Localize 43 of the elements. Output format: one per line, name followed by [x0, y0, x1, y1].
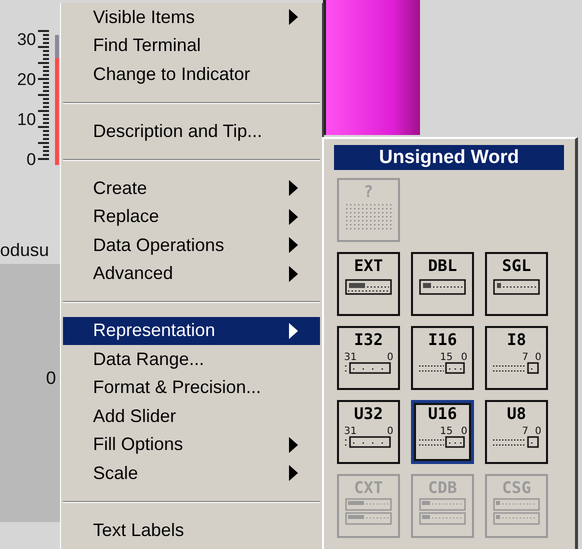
- representation-option[interactable]: U32 31 0: [337, 400, 400, 464]
- complex-format-icon: [418, 498, 468, 528]
- complex-format-icon: [344, 498, 394, 528]
- scale-label: 30: [16, 29, 36, 51]
- menu-item[interactable]: Representation: [63, 316, 320, 345]
- submenu-arrow-icon: [289, 465, 298, 482]
- menu-item[interactable]: Visible Items: [63, 3, 320, 32]
- menu-item[interactable]: Advanced: [63, 260, 320, 288]
- representation-option[interactable]: DBL: [411, 252, 474, 316]
- numeric-value: 0: [46, 368, 56, 389]
- scale-label: 10: [16, 109, 36, 131]
- representation-option[interactable]: U8 7 0: [485, 400, 548, 464]
- menu-item[interactable]: Replace: [63, 202, 320, 231]
- representation-option[interactable]: U16 15 0: [411, 400, 474, 464]
- menu-item[interactable]: Format & Precision...: [63, 374, 320, 402]
- menu-item[interactable]: Fill Options: [63, 430, 320, 459]
- palette-title: Unsigned Word: [334, 145, 564, 170]
- representation-option[interactable]: I16 15 0: [411, 326, 474, 390]
- menu-item[interactable]: Description and Tip...: [63, 117, 320, 146]
- representation-option[interactable]: EXT: [337, 252, 400, 316]
- menu-item[interactable]: Find Terminal: [63, 32, 320, 60]
- menu-item[interactable]: Scale: [63, 459, 320, 488]
- submenu-arrow-icon: [289, 266, 298, 282]
- representation-option[interactable]: SGL: [485, 252, 548, 316]
- submenu-arrow-icon: [289, 436, 298, 453]
- menu-item[interactable]: Data Range...: [63, 345, 320, 374]
- menu-item[interactable]: Change to Indicator: [63, 60, 320, 88]
- representation-option[interactable]: I32 31 0: [337, 326, 400, 390]
- menu-item[interactable]: Data Operations: [63, 231, 320, 260]
- submenu-arrow-icon: [289, 208, 298, 225]
- representation-option[interactable]: I8 7 0: [485, 326, 548, 390]
- scale-label: 20: [16, 69, 36, 91]
- submenu-arrow-icon: [289, 322, 298, 339]
- submenu-arrow-icon: [289, 237, 298, 254]
- menu-item[interactable]: Create: [63, 174, 320, 202]
- complex-format-icon: [492, 498, 542, 528]
- dotted-grid-icon: [344, 202, 392, 232]
- control-label: odusu: [0, 240, 50, 262]
- submenu-arrow-icon: [289, 9, 298, 26]
- menu-item[interactable]: Text Labels: [63, 516, 320, 544]
- scale-label: 0: [26, 149, 36, 171]
- menu-item[interactable]: Add Slider: [63, 402, 320, 430]
- submenu-arrow-icon: [289, 180, 298, 196]
